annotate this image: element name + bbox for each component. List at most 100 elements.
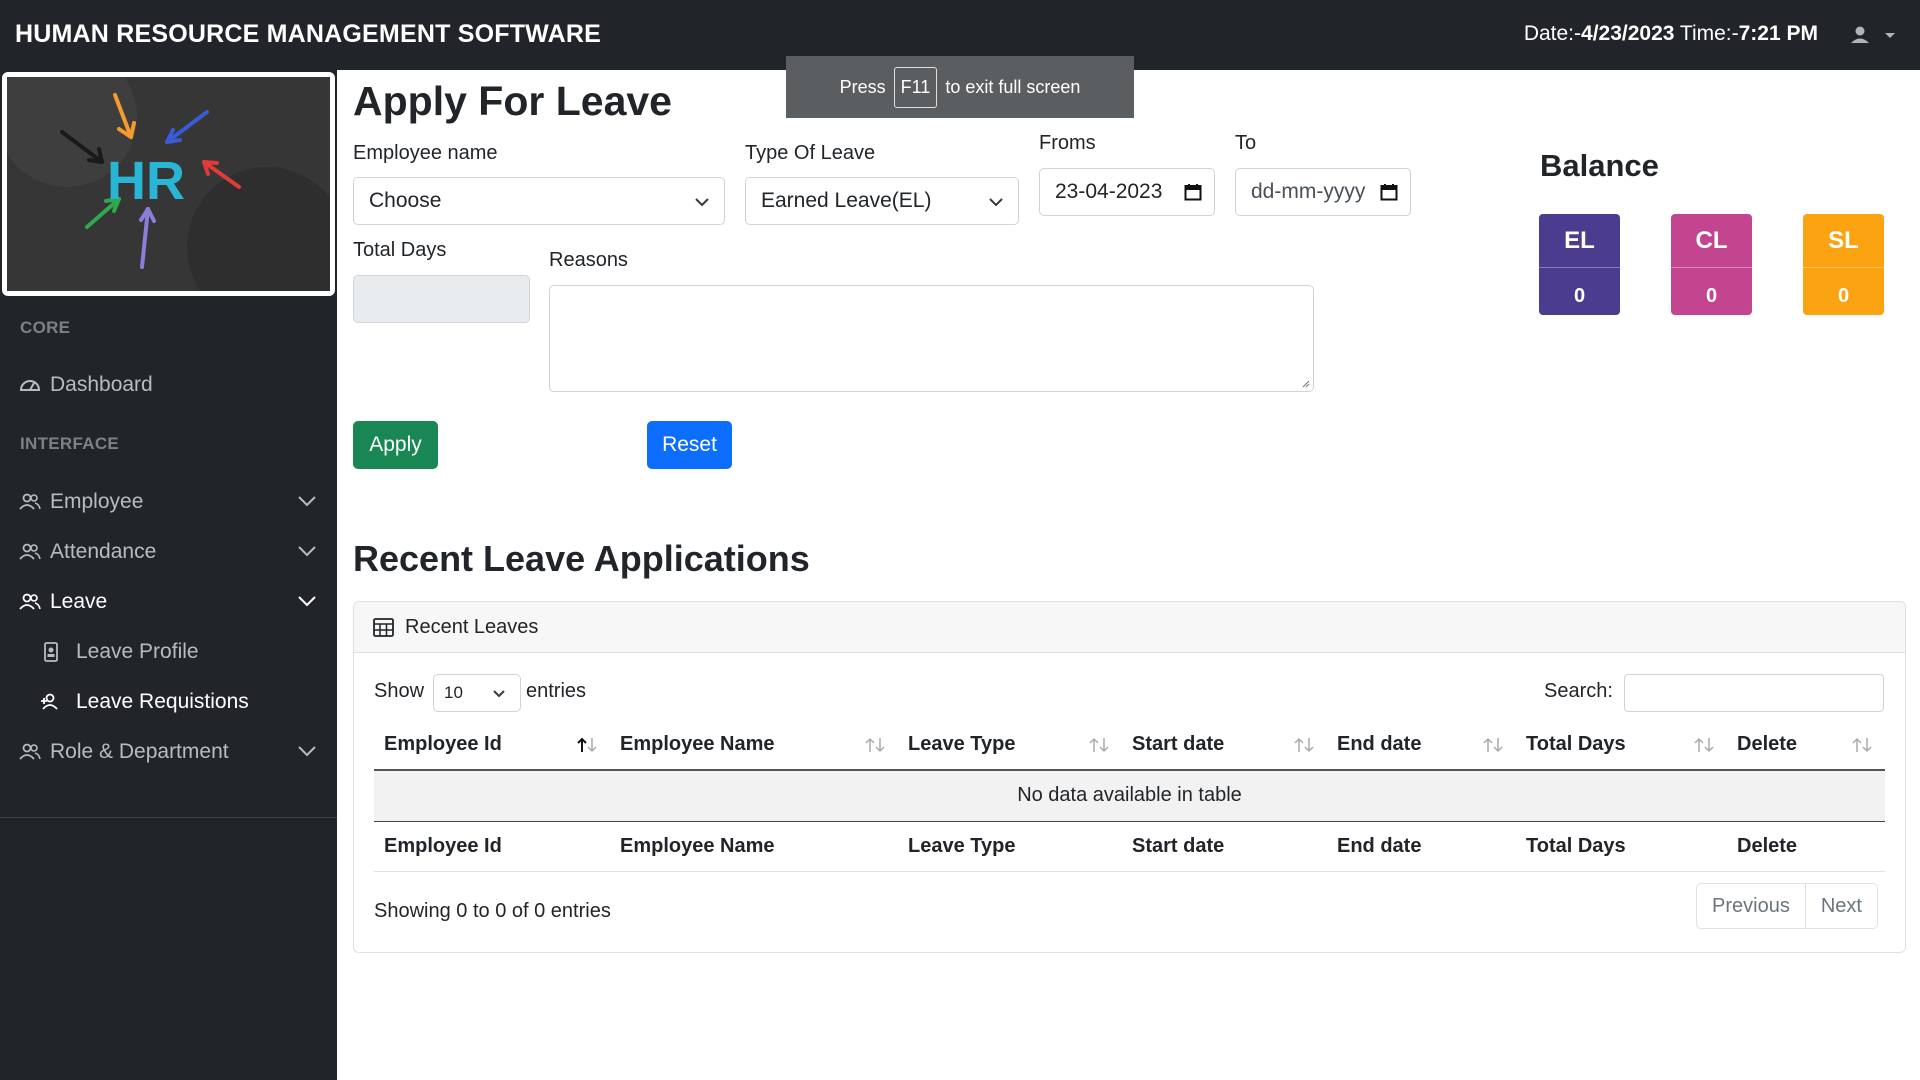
footer-delete: Delete <box>1727 821 1885 872</box>
employee-name-value: Choose <box>369 189 442 212</box>
sidebar-item-label: Leave <box>50 590 108 613</box>
show-label: Show <box>374 680 425 702</box>
chevron-down-icon <box>298 746 316 757</box>
previous-button[interactable]: Previous <box>1697 884 1805 928</box>
sidebar-item-dashboard[interactable]: Dashboard <box>0 363 337 407</box>
reasons-label: Reasons <box>549 249 628 271</box>
table-icon <box>373 618 394 637</box>
apply-button[interactable]: Apply <box>353 421 438 469</box>
sidebar: HR CORE Dashboard INTERFACE Employee Att… <box>0 70 337 1080</box>
toast-prefix: Press <box>839 76 886 97</box>
date-value: 4/23/2023 <box>1581 22 1675 45</box>
balance-title: Balance <box>1540 148 1659 183</box>
caret-down-icon <box>1885 33 1895 38</box>
sidebar-item-label: Leave Requistions <box>76 690 249 713</box>
resize-grip-icon[interactable] <box>1300 378 1310 388</box>
empty-table-message: No data available in table <box>374 770 1885 822</box>
calendar-icon[interactable] <box>1184 183 1202 201</box>
balance-card-label: CL <box>1695 227 1728 254</box>
sort-ascending-icon <box>577 737 597 753</box>
balance-card-label: EL <box>1564 227 1595 254</box>
chevron-down-icon <box>695 198 709 207</box>
toast-key: F11 <box>893 66 938 108</box>
user-plus-icon <box>41 693 58 710</box>
total-days-label: Total Days <box>353 239 447 261</box>
sidebar-item-label: Leave Profile <box>76 640 199 663</box>
reset-button[interactable]: Reset <box>647 421 732 469</box>
sidebar-item-leave[interactable]: Leave <box>0 580 337 624</box>
users-icon <box>19 543 41 560</box>
page-title: Apply For Leave <box>353 78 672 124</box>
sidebar-item-leave-profile[interactable]: Leave Profile <box>0 630 337 674</box>
balance-card-value: 0 <box>1671 267 1752 315</box>
sidebar-item-role-department[interactable]: Role & Department <box>0 730 337 774</box>
sort-icon <box>1694 737 1714 753</box>
column-header-leave-type[interactable]: Leave Type <box>898 720 1122 771</box>
balance-card-sl: SL 0 <box>1803 214 1884 315</box>
badge-icon <box>44 642 58 662</box>
column-header-employee-name[interactable]: Employee Name <box>610 720 898 771</box>
date-label: Date:- <box>1523 22 1582 45</box>
balance-card-value: 0 <box>1539 267 1620 315</box>
leaves-table: Employee Id Employee Name Leave Type Sta… <box>374 720 1885 872</box>
column-header-employee-id[interactable]: Employee Id <box>374 720 610 771</box>
time-value: 7:21 PM <box>1738 22 1818 45</box>
entries-per-page-select[interactable]: 10 <box>433 674 521 712</box>
from-date-label: Froms <box>1039 132 1096 154</box>
entries-per-page-value: 10 <box>444 683 463 702</box>
sidebar-item-label: Dashboard <box>50 373 153 396</box>
users-icon <box>19 593 41 610</box>
sidebar-item-attendance[interactable]: Attendance <box>0 530 337 574</box>
user-menu-button[interactable] <box>1848 22 1898 48</box>
employee-name-label: Employee name <box>353 142 498 164</box>
core-heading: CORE <box>20 318 71 337</box>
total-days-input[interactable] <box>353 275 530 323</box>
sidebar-divider <box>0 817 337 818</box>
column-header-end-date[interactable]: End date <box>1327 720 1516 771</box>
table-info: Showing 0 to 0 of 0 entries <box>374 900 611 922</box>
sidebar-item-label: Employee <box>50 490 144 513</box>
chevron-down-icon <box>298 596 316 607</box>
sort-icon <box>865 737 885 753</box>
chevron-down-icon <box>989 198 1003 207</box>
leave-type-label: Type Of Leave <box>745 142 876 164</box>
users-icon <box>19 743 41 760</box>
next-button[interactable]: Next <box>1804 884 1877 928</box>
dashboard-icon <box>19 380 41 391</box>
from-date-input[interactable]: 23-04-2023 <box>1039 168 1215 216</box>
footer-end-date: End date <box>1327 821 1516 872</box>
to-date-label: To <box>1235 132 1257 154</box>
from-date-value: 23-04-2023 <box>1055 180 1163 203</box>
balance-card-value: 0 <box>1803 267 1884 315</box>
card-header: Recent Leaves <box>354 602 1905 653</box>
sort-icon <box>1852 737 1872 753</box>
footer-start-date: Start date <box>1122 821 1327 872</box>
toast-suffix: to exit full screen <box>945 76 1081 97</box>
recent-leaves-heading: Recent Leave Applications <box>353 538 810 579</box>
column-header-start-date[interactable]: Start date <box>1122 720 1327 771</box>
balance-card-label: SL <box>1828 227 1859 254</box>
balance-card-cl: CL 0 <box>1671 214 1752 315</box>
footer-total-days: Total Days <box>1516 821 1727 872</box>
sort-icon <box>1294 737 1314 753</box>
recent-leaves-card: Recent Leaves Show 10 entries Search: Em… <box>353 601 1906 953</box>
sidebar-item-employee[interactable]: Employee <box>0 480 337 524</box>
table-row: No data available in table <box>374 770 1885 822</box>
chevron-down-icon <box>298 496 316 507</box>
leave-type-select[interactable]: Earned Leave(EL) <box>745 177 1019 225</box>
calendar-icon[interactable] <box>1380 183 1398 201</box>
footer-employee-id: Employee Id <box>374 821 610 872</box>
hr-logo-image: HR <box>7 77 330 291</box>
sidebar-item-leave-requistions[interactable]: Leave Requistions <box>0 680 337 724</box>
fullscreen-toast: Press F11 to exit full screen <box>786 56 1134 118</box>
logo-text: HR <box>107 151 185 211</box>
balance-card-el: EL 0 <box>1539 214 1620 315</box>
interface-heading: INTERFACE <box>20 434 120 453</box>
to-date-input[interactable]: dd-mm-yyyy <box>1235 168 1411 216</box>
column-header-delete[interactable]: Delete <box>1727 720 1885 771</box>
app-brand[interactable]: HUMAN RESOURCE MANAGEMENT SOFTWARE <box>15 20 601 49</box>
table-search-input[interactable] <box>1624 674 1884 712</box>
employee-name-select[interactable]: Choose <box>353 177 725 225</box>
reasons-textarea[interactable] <box>549 285 1314 392</box>
column-header-total-days[interactable]: Total Days <box>1516 720 1727 771</box>
